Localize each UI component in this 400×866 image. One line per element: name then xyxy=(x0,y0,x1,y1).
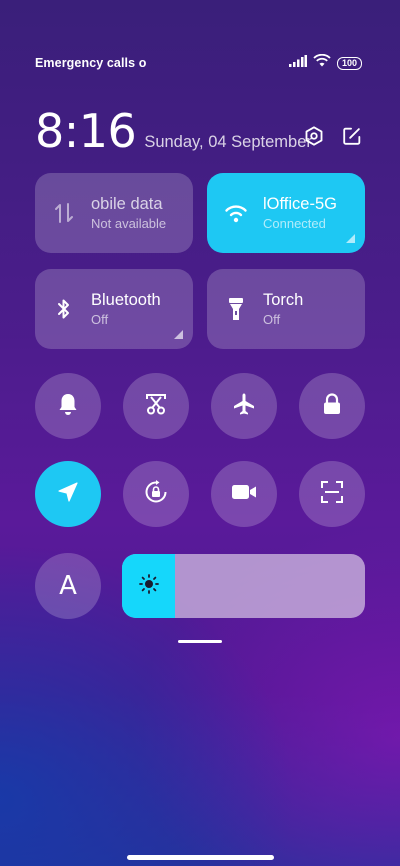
status-bar: Emergency calls o 100 xyxy=(35,53,362,72)
ringer-toggle[interactable] xyxy=(35,373,101,439)
edit-icon[interactable] xyxy=(340,124,364,148)
font-size-button[interactable]: A xyxy=(35,553,101,619)
bell-icon xyxy=(57,392,79,421)
wifi-tile[interactable]: lOffice-5G Connected xyxy=(207,173,365,253)
status-icons: 100 xyxy=(288,53,362,72)
screen-recorder-toggle[interactable] xyxy=(211,461,277,527)
wifi-status: Connected xyxy=(263,215,326,231)
drag-handle[interactable] xyxy=(178,640,222,643)
torch-icon xyxy=(207,296,265,322)
location-arrow-icon xyxy=(57,481,79,508)
battery-icon: 100 xyxy=(336,56,362,70)
airplane-icon xyxy=(232,392,256,421)
wifi-icon xyxy=(313,53,331,72)
carrier-text: Emergency calls o xyxy=(35,56,147,70)
brightness-fill xyxy=(122,554,176,618)
torch-status: Off xyxy=(263,311,281,327)
torch-tile[interactable]: Torch Off xyxy=(207,269,365,349)
wifi-network-label: lOffice-5G xyxy=(263,194,337,213)
location-toggle[interactable] xyxy=(35,461,101,527)
airplane-mode-toggle[interactable] xyxy=(211,373,277,439)
lock-screen-toggle[interactable] xyxy=(299,373,365,439)
home-indicator[interactable] xyxy=(127,855,274,860)
settings-icon[interactable] xyxy=(302,124,326,148)
expand-corner-icon[interactable] xyxy=(346,234,355,243)
mobile-data-icon xyxy=(35,201,93,225)
rotate-lock-icon xyxy=(143,479,169,510)
clock-time: 8:16 xyxy=(35,104,137,158)
video-camera-icon xyxy=(231,483,257,506)
bluetooth-tile[interactable]: Bluetooth Off xyxy=(35,269,193,349)
wifi-tile-icon xyxy=(207,203,265,223)
scanner-toggle[interactable] xyxy=(299,461,365,527)
font-size-label: A xyxy=(59,571,77,601)
auto-rotate-toggle[interactable] xyxy=(123,461,189,527)
lock-icon xyxy=(322,392,342,421)
expand-corner-icon[interactable] xyxy=(174,330,183,339)
scissors-icon xyxy=(144,392,168,421)
bluetooth-status: Off xyxy=(91,311,109,327)
bluetooth-icon xyxy=(35,297,93,321)
mobile-data-label: obile data xyxy=(91,194,163,213)
mobile-data-status: Not available xyxy=(91,215,167,231)
screenshot-toggle[interactable] xyxy=(123,373,189,439)
bluetooth-label: Bluetooth xyxy=(91,290,161,309)
brightness-slider[interactable] xyxy=(122,554,365,618)
signal-icon xyxy=(288,54,307,72)
sun-icon xyxy=(138,573,159,599)
clock: 8:16 Sunday, 04 September xyxy=(35,104,312,158)
mobile-data-tile[interactable]: obile data Not available xyxy=(35,173,193,253)
clock-date: Sunday, 04 September xyxy=(144,133,312,151)
torch-label: Torch xyxy=(263,290,304,309)
scan-icon xyxy=(320,480,344,509)
